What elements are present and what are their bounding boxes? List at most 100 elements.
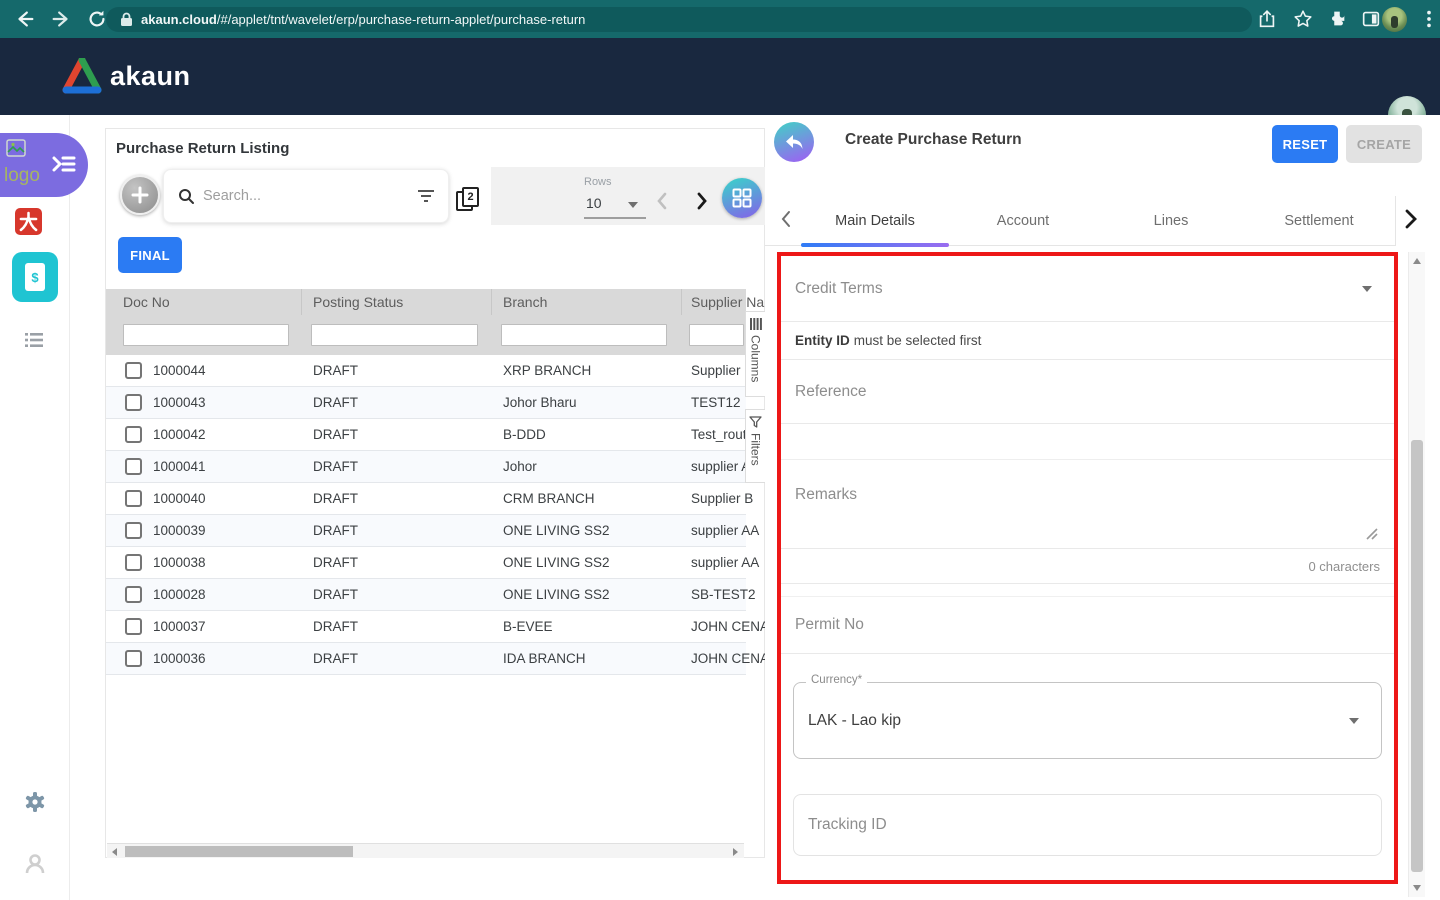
- cell-doc-no: 1000043: [153, 395, 206, 410]
- tab-lines[interactable]: Lines: [1097, 213, 1245, 229]
- tab-settlement[interactable]: Settlement: [1245, 213, 1393, 229]
- permit-no-field[interactable]: Permit No: [781, 596, 1394, 654]
- brand-logo[interactable]: akaun: [62, 58, 191, 94]
- prev-page-icon[interactable]: [654, 191, 670, 211]
- bookmark-star-icon[interactable]: [1292, 8, 1314, 30]
- filters-side-tab[interactable]: Filters: [745, 409, 766, 483]
- final-filter-button[interactable]: FINAL: [118, 237, 182, 273]
- row-checkbox[interactable]: [125, 458, 142, 475]
- reference-label: Reference: [795, 382, 867, 400]
- cell-branch: ONE LIVING SS2: [503, 555, 610, 570]
- hscroll-right-arrow-icon[interactable]: [733, 848, 738, 856]
- back-arrow-icon: [786, 135, 803, 149]
- browser-reload-icon[interactable]: [86, 8, 108, 30]
- cell-supplier: Supplier B: [691, 491, 754, 506]
- search-box[interactable]: Search...: [163, 169, 449, 223]
- helper-rest-text: must be selected first: [853, 333, 982, 348]
- remarks-textarea[interactable]: Remarks: [781, 459, 1394, 549]
- cell-doc-no: 1000036: [153, 651, 206, 666]
- cell-posting-status: DRAFT: [313, 395, 358, 410]
- table-row[interactable]: 1000037 DRAFT B-EVEE JOHN CENA: [106, 611, 769, 643]
- col-header-supplier[interactable]: Supplier Na: [691, 294, 764, 310]
- filter-list-icon[interactable]: [418, 189, 434, 203]
- tenant-logo-alt-text: logo: [4, 165, 40, 186]
- grid-view-button[interactable]: [722, 178, 762, 218]
- row-checkbox[interactable]: [125, 426, 142, 443]
- table-row[interactable]: 1000040 DRAFT CRM BRANCH Supplier B: [106, 483, 753, 515]
- row-checkbox[interactable]: [125, 362, 142, 379]
- side-panel-icon[interactable]: [1360, 8, 1382, 30]
- table-row[interactable]: 1000041 DRAFT Johor supplier AA: [106, 451, 759, 483]
- tab-account[interactable]: Account: [949, 213, 1097, 229]
- create-button[interactable]: CREATE: [1346, 125, 1422, 163]
- vertical-scrollbar[interactable]: [1408, 252, 1425, 897]
- row-checkbox[interactable]: [125, 394, 142, 411]
- rows-select-caret-icon[interactable]: [628, 202, 638, 208]
- applet-icon-billing[interactable]: $: [12, 252, 58, 302]
- tenant-logo-banner[interactable]: logo: [0, 133, 88, 197]
- browser-menu-kebab-icon[interactable]: [1418, 8, 1440, 30]
- reference-field[interactable]: Reference: [781, 360, 1394, 424]
- table-row[interactable]: 1000042 DRAFT B-DDD Test_rout: [106, 419, 747, 451]
- cell-posting-status: DRAFT: [313, 491, 358, 506]
- row-checkbox[interactable]: [125, 554, 142, 571]
- permit-no-label: Permit No: [795, 616, 864, 633]
- reset-button[interactable]: RESET: [1272, 125, 1338, 163]
- next-page-icon[interactable]: [694, 191, 710, 211]
- row-checkbox[interactable]: [125, 522, 142, 539]
- col-header-doc-no[interactable]: Doc No: [123, 294, 170, 310]
- tracking-id-field[interactable]: Tracking ID: [793, 794, 1382, 856]
- duplicate-pages-icon[interactable]: 2: [456, 187, 482, 213]
- row-checkbox[interactable]: [125, 618, 142, 635]
- filter-input-branch[interactable]: [501, 324, 667, 346]
- share-icon[interactable]: [1256, 8, 1278, 30]
- table-row[interactable]: 1000038 DRAFT ONE LIVING SS2 supplier AA: [106, 547, 759, 579]
- tabs-right-divider: [1395, 196, 1396, 246]
- table-row[interactable]: 1000043 DRAFT Johor Bharu TEST12: [106, 387, 746, 419]
- char-count-row: 0 characters: [781, 549, 1394, 584]
- table-row[interactable]: 1000028 DRAFT ONE LIVING SS2 SB-TEST2: [106, 579, 756, 611]
- applet-icon-red[interactable]: [15, 208, 42, 235]
- table-row[interactable]: 1000036 DRAFT IDA BRANCH JOHN CENA: [106, 643, 769, 675]
- cell-branch: B-EVEE: [503, 619, 553, 634]
- extensions-puzzle-icon[interactable]: [1326, 8, 1348, 30]
- horizontal-scrollbar[interactable]: [107, 843, 744, 858]
- tabs-scroll-right-icon[interactable]: [1403, 208, 1419, 230]
- cell-doc-no: 1000028: [153, 587, 206, 602]
- vscroll-down-arrow-icon[interactable]: [1413, 885, 1421, 891]
- columns-side-tab[interactable]: Columns: [745, 311, 766, 397]
- row-checkbox[interactable]: [125, 650, 142, 667]
- tab-main-details[interactable]: Main Details: [801, 213, 949, 229]
- currency-select[interactable]: Currency* LAK - Lao kip: [793, 674, 1382, 759]
- browser-forward-icon[interactable]: [50, 8, 72, 30]
- cell-posting-status: DRAFT: [313, 587, 358, 602]
- row-checkbox[interactable]: [125, 490, 142, 507]
- col-header-posting-status[interactable]: Posting Status: [313, 294, 403, 310]
- col-header-branch[interactable]: Branch: [503, 294, 547, 310]
- textarea-resize-icon[interactable]: [1364, 526, 1378, 540]
- url-bar[interactable]: akaun.cloud/#/applet/tnt/wavelet/erp/pur…: [106, 7, 1252, 32]
- cjk-character-icon: [19, 211, 38, 232]
- column-divider: [491, 289, 492, 315]
- list-menu-icon[interactable]: [25, 332, 43, 348]
- cell-posting-status: DRAFT: [313, 427, 358, 442]
- table-row[interactable]: 1000039 DRAFT ONE LIVING SS2 supplier AA: [106, 515, 759, 547]
- vscroll-up-arrow-icon[interactable]: [1413, 258, 1421, 264]
- hscroll-thumb[interactable]: [125, 846, 353, 857]
- hscroll-left-arrow-icon[interactable]: [112, 848, 117, 856]
- filter-input-posting-status[interactable]: [311, 324, 478, 346]
- menu-collapse-icon[interactable]: [50, 151, 78, 177]
- settings-gear-icon[interactable]: [23, 790, 47, 819]
- rows-per-page-value[interactable]: 10: [586, 195, 602, 211]
- filter-input-supplier[interactable]: [689, 324, 744, 346]
- browser-back-icon[interactable]: [14, 8, 36, 30]
- table-row[interactable]: 1000044 DRAFT XRP BRANCH Supplier B: [106, 355, 753, 387]
- credit-terms-select[interactable]: Credit Terms: [781, 256, 1394, 322]
- filter-input-doc-no[interactable]: [123, 324, 289, 346]
- browser-profile-avatar[interactable]: [1382, 7, 1407, 32]
- add-record-button[interactable]: [120, 175, 160, 215]
- row-checkbox[interactable]: [125, 586, 142, 603]
- account-person-icon[interactable]: [23, 852, 47, 881]
- vscroll-thumb[interactable]: [1411, 440, 1423, 872]
- back-button[interactable]: [774, 122, 814, 162]
